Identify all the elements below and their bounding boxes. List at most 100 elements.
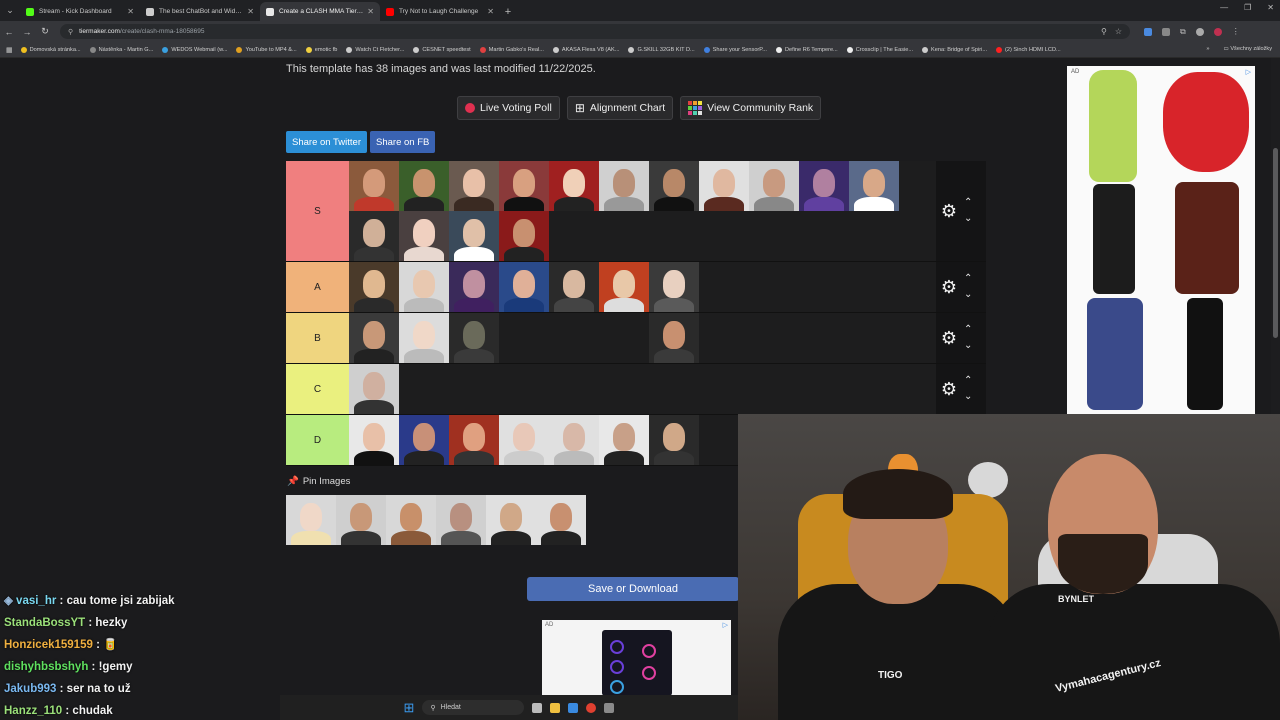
gear-icon[interactable]: ⚙ bbox=[938, 328, 960, 349]
bookmark-item[interactable]: emotic fb bbox=[305, 46, 337, 53]
tier-item-image[interactable] bbox=[649, 161, 699, 211]
gear-icon[interactable]: ⚙ bbox=[938, 201, 960, 222]
tier-item-image[interactable] bbox=[649, 415, 699, 465]
bookmark-item[interactable]: WEDOS Webmail (w... bbox=[162, 46, 227, 53]
zoom-icon[interactable]: ⚲ bbox=[1101, 27, 1107, 36]
chevron-up-icon[interactable]: ⌃ bbox=[964, 195, 972, 211]
bookmark-item[interactable]: Nástěnka - Martin G... bbox=[89, 46, 153, 53]
extension-icon[interactable] bbox=[1162, 27, 1170, 36]
tier-item-image[interactable] bbox=[649, 262, 699, 312]
tier-item-image[interactable] bbox=[749, 161, 799, 211]
chrome-icon[interactable] bbox=[586, 702, 597, 713]
tier-item-image[interactable] bbox=[549, 313, 599, 363]
alignment-chart-button[interactable]: ⊞ Alignment Chart bbox=[566, 96, 674, 120]
share-twitter-button[interactable]: Share on Twitter bbox=[286, 131, 368, 153]
file-explorer-icon[interactable] bbox=[550, 702, 561, 713]
bookmark-item[interactable]: (2) Sinch HDMI LCD... bbox=[996, 46, 1061, 53]
chevron-up-icon[interactable]: ⌃ bbox=[964, 271, 972, 287]
tier-item-image[interactable] bbox=[449, 415, 499, 465]
bookmark-item[interactable]: Kena: Bridge of Spiri... bbox=[922, 46, 987, 53]
bookmark-item[interactable]: Crossclip | The Easie... bbox=[846, 46, 913, 53]
app-icon[interactable] bbox=[604, 702, 615, 713]
community-rank-button[interactable]: View Community Rank bbox=[680, 96, 822, 120]
tier-item-image[interactable] bbox=[449, 211, 499, 261]
chevron-down-icon[interactable]: ⌄ bbox=[964, 211, 972, 227]
tier-label[interactable]: S bbox=[286, 161, 349, 261]
tab-close-icon[interactable]: ✕ bbox=[127, 7, 134, 16]
tier-item-image[interactable] bbox=[499, 161, 549, 211]
tier-label[interactable]: B bbox=[286, 313, 349, 363]
tier-item-image[interactable] bbox=[399, 211, 449, 261]
taskbar-search[interactable]: ⚲ Hledat bbox=[422, 700, 525, 715]
back-icon[interactable]: ← bbox=[0, 27, 18, 37]
gear-icon[interactable]: ⚙ bbox=[938, 379, 960, 400]
share-fb-button[interactable]: Share on FB bbox=[370, 131, 436, 153]
tier-label[interactable]: A bbox=[286, 262, 349, 312]
tier-item-image[interactable] bbox=[549, 262, 599, 312]
pin-image[interactable] bbox=[486, 495, 536, 545]
menu-kebab-icon[interactable]: ⋮ bbox=[1232, 27, 1240, 36]
all-bookmarks[interactable]: ▭ Všechny záložky bbox=[1223, 46, 1272, 52]
extensions-puzzle-icon[interactable]: ⧉ bbox=[1180, 27, 1186, 37]
sidebar-icon[interactable] bbox=[1195, 27, 1204, 36]
tier-item-image[interactable] bbox=[349, 211, 399, 261]
minimize-icon[interactable]: — bbox=[1220, 3, 1228, 12]
chevron-down-icon[interactable]: ⌄ bbox=[964, 389, 972, 405]
tier-label[interactable]: C bbox=[286, 364, 349, 414]
tier-item-image[interactable] bbox=[349, 262, 399, 312]
tier-item-image[interactable] bbox=[549, 161, 599, 211]
chevron-down-icon[interactable]: ⌄ bbox=[964, 287, 972, 303]
tab-search-icon[interactable]: ⌄ bbox=[0, 0, 20, 21]
new-tab-icon[interactable]: + bbox=[500, 2, 516, 21]
tab-close-icon[interactable]: ✕ bbox=[367, 7, 374, 16]
url-field[interactable]: ⚲ tiermaker.com /create/clash-mma-180586… bbox=[60, 24, 1130, 39]
bookmark-item[interactable]: AKASA Flexa V8 (AK... bbox=[552, 46, 619, 53]
ad-banner-bottom[interactable]: AD ▷ bbox=[542, 620, 731, 696]
pin-image[interactable] bbox=[386, 495, 436, 545]
bookmark-item[interactable]: Watch Ct Fletcher... bbox=[346, 46, 404, 53]
bookmark-item[interactable]: G.SKILL 32GB KIT D... bbox=[628, 46, 695, 53]
tier-item-image[interactable] bbox=[399, 161, 449, 211]
ad-info-icon[interactable]: ▷ bbox=[723, 621, 728, 629]
browser-tab[interactable]: Try Not to Laugh Challenge ✕ bbox=[380, 2, 500, 21]
tier-item-image[interactable] bbox=[499, 313, 549, 363]
browser-tab[interactable]: The best ChatBot and Widgets ✕ bbox=[140, 2, 260, 21]
live-voting-button[interactable]: Live Voting Poll bbox=[457, 96, 560, 120]
chevron-up-icon[interactable]: ⌃ bbox=[964, 322, 972, 338]
chevron-up-icon[interactable]: ⌃ bbox=[964, 373, 972, 389]
tier-item-image[interactable] bbox=[799, 161, 849, 211]
browser-tab[interactable]: Create a CLASH MMA Tier List ✕ bbox=[260, 2, 380, 21]
gear-icon[interactable]: ⚙ bbox=[938, 277, 960, 298]
close-window-icon[interactable]: ✕ bbox=[1267, 3, 1274, 12]
profile-avatar[interactable] bbox=[1213, 27, 1222, 36]
tier-item-image[interactable] bbox=[599, 262, 649, 312]
chevron-down-icon[interactable]: ⌄ bbox=[964, 338, 972, 354]
tier-item-image[interactable] bbox=[849, 161, 899, 211]
tier-item-image[interactable] bbox=[599, 161, 649, 211]
scroll-thumb[interactable] bbox=[1273, 148, 1278, 338]
tier-item-image[interactable] bbox=[349, 415, 399, 465]
tier-item-image[interactable] bbox=[649, 313, 699, 363]
tier-item-image[interactable] bbox=[399, 313, 449, 363]
apps-grid-icon[interactable]: ▦ bbox=[6, 46, 13, 54]
ad-info-icon[interactable]: ▷ bbox=[1246, 68, 1251, 76]
forward-icon[interactable]: → bbox=[18, 27, 36, 37]
tier-item-image[interactable] bbox=[549, 415, 599, 465]
reload-icon[interactable]: ↻ bbox=[36, 26, 54, 37]
save-download-button[interactable]: Save or Download bbox=[527, 577, 739, 601]
ad-banner-right[interactable]: AD ▷ bbox=[1067, 66, 1255, 415]
bookmark-item[interactable]: CESNET speedtest bbox=[413, 46, 471, 53]
tier-item-image[interactable] bbox=[699, 161, 749, 211]
tier-item-image[interactable] bbox=[449, 161, 499, 211]
bookmark-item[interactable]: Domovská stránka... bbox=[20, 46, 81, 53]
tier-item-image[interactable] bbox=[449, 262, 499, 312]
tier-item-image[interactable] bbox=[349, 313, 399, 363]
tab-close-icon[interactable]: ✕ bbox=[487, 7, 494, 16]
tier-item-image[interactable] bbox=[599, 415, 649, 465]
tier-item-image[interactable] bbox=[349, 161, 399, 211]
more-bookmarks-icon[interactable]: » bbox=[1206, 46, 1209, 52]
tier-item-image[interactable] bbox=[399, 262, 449, 312]
pin-image[interactable] bbox=[336, 495, 386, 545]
bookmark-star-icon[interactable]: ☆ bbox=[1115, 27, 1122, 36]
tier-item-image[interactable] bbox=[499, 211, 549, 261]
